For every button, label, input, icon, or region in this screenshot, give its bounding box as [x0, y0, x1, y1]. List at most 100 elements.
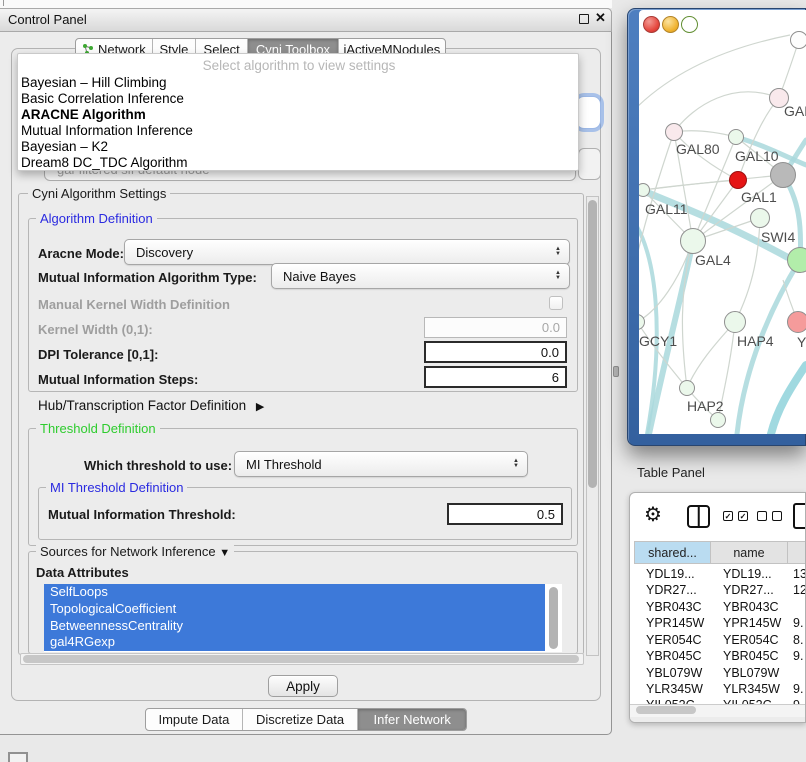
settings-vertical-scrollbar-thumb[interactable] [588, 200, 597, 488]
column-header-name[interactable]: name [711, 541, 788, 564]
tab-impute-data[interactable]: Impute Data [146, 709, 243, 730]
manual-kernel-checkbox[interactable] [549, 296, 563, 310]
table-cell[interactable]: YLR345W [723, 682, 780, 696]
control-panel-title: Control Panel [8, 12, 87, 27]
dropdown-item[interactable]: Mutual Information Inference [21, 123, 571, 139]
hub-section-toggle[interactable]: Hub/Transcription Factor Definition ▶ [38, 398, 264, 413]
table-cell[interactable]: YBR045C [723, 649, 779, 663]
node-label: SWI4 [761, 229, 795, 245]
table-cell[interactable]: YLR345W [646, 682, 703, 696]
network-node[interactable] [680, 228, 706, 254]
combo-fragment [578, 148, 601, 180]
hub-section-label: Hub/Transcription Factor Definition [38, 398, 246, 413]
kernel-width-label: Kernel Width (0,1): [38, 322, 153, 337]
dropdown-item[interactable]: Basic Correlation Inference [21, 91, 571, 107]
top-strip [0, 0, 612, 8]
table-cell[interactable]: YER054C [646, 633, 702, 647]
table-cell[interactable]: YBL079W [646, 666, 702, 680]
table-cell[interactable]: 8. [793, 633, 803, 647]
which-threshold-combo[interactable]: MI Threshold ▲▼ [234, 451, 528, 477]
mi-type-label: Mutual Information Algorithm Type: [38, 270, 257, 285]
gear-icon[interactable]: ⚙ [644, 502, 662, 527]
sources-group-title: Sources for Network Inference ▼ [36, 544, 234, 559]
table-cell[interactable]: YDR27... [646, 583, 697, 597]
network-node[interactable] [790, 31, 806, 49]
network-node[interactable] [679, 380, 695, 396]
document-icon-partial[interactable] [793, 503, 806, 529]
column-header-partial[interactable] [788, 541, 806, 564]
table-cell[interactable]: 12 [793, 583, 806, 597]
network-node-red[interactable] [729, 171, 747, 189]
aracne-mode-label: Aracne Mode: [38, 246, 124, 261]
table-cell[interactable]: YPR145W [723, 616, 781, 630]
network-node-gray[interactable] [770, 162, 796, 188]
table-cell[interactable]: 9. [793, 616, 803, 630]
dropdown-item-highlighted[interactable]: ARACNE Algorithm [21, 107, 571, 123]
network-node[interactable] [750, 208, 770, 228]
dropdown-prompt: Select algorithm to view settings [18, 58, 580, 73]
table-cell[interactable]: YBR045C [646, 649, 702, 663]
list-scrollbar-thumb[interactable] [549, 587, 558, 649]
table-cell[interactable]: YBL079W [723, 666, 779, 680]
list-item[interactable]: BetweennessCentrality [44, 618, 545, 635]
table-cell[interactable]: YBR043C [723, 600, 779, 614]
column-header-shared-name[interactable]: shared... [634, 541, 711, 564]
mi-steps-field[interactable]: 6 [424, 366, 567, 388]
dropdown-item[interactable]: Bayesian – Hill Climbing [21, 75, 571, 91]
tab-discretize-data[interactable]: Discretize Data [243, 709, 359, 730]
settings-horizontal-scrollbar-thumb[interactable] [23, 655, 579, 663]
bottom-tabbar: Impute Data Discretize Data Infer Networ… [145, 708, 467, 731]
table-cell[interactable]: 13 [793, 567, 806, 581]
table-cell[interactable]: YDL19... [646, 567, 695, 581]
expand-down-icon[interactable]: ▼ [219, 547, 230, 559]
network-node[interactable] [787, 311, 806, 333]
table-window-footer [630, 717, 806, 723]
network-node[interactable] [724, 311, 746, 333]
split-columns-icon[interactable] [687, 505, 710, 528]
threshold-definition-title: Threshold Definition [36, 421, 160, 436]
network-edges [639, 10, 806, 434]
table-cell[interactable]: 9. [793, 682, 803, 696]
mi-threshold-group-title: MI Threshold Definition [46, 480, 187, 495]
network-node[interactable] [710, 412, 726, 428]
network-node[interactable] [665, 123, 683, 141]
panel-splitter-grip[interactable] [613, 366, 619, 377]
table-cell[interactable]: YER054C [723, 633, 779, 647]
list-item[interactable]: SelfLoops [44, 584, 545, 601]
dropdown-item[interactable]: Bayesian – K2 [21, 139, 571, 155]
focused-combo-fragment [576, 96, 601, 129]
mi-threshold-field[interactable]: 0.5 [447, 503, 563, 525]
network-node[interactable] [728, 129, 744, 145]
dpi-tolerance-field[interactable]: 0.0 [424, 341, 567, 363]
node-label: Y [797, 334, 806, 350]
tab-infer-network[interactable]: Infer Network [358, 709, 466, 730]
node-label: GCY1 [639, 333, 677, 349]
top-tick [3, 0, 4, 6]
network-node[interactable] [787, 247, 806, 273]
table-cell[interactable]: YDL19... [723, 567, 772, 581]
combo-arrows-icon: ▲▼ [555, 247, 561, 257]
list-item[interactable]: gal4RGexp [44, 634, 545, 651]
unchecked-checkbox-icon[interactable] [772, 511, 782, 521]
mi-type-combo[interactable]: Naive Bayes ▲▼ [271, 263, 570, 289]
table-horizontal-scrollbar-thumb[interactable] [636, 706, 696, 714]
algorithm-definition-title: Algorithm Definition [36, 211, 157, 226]
kernel-width-field[interactable]: 0.0 [424, 317, 567, 338]
table-cell[interactable]: YDR27... [723, 583, 774, 597]
table-cell[interactable]: YBR043C [646, 600, 702, 614]
list-item[interactable]: TopologicalCoefficient [44, 601, 545, 618]
table-cell[interactable]: YPR145W [646, 616, 704, 630]
network-canvas[interactable]: GAL GAL80 GAL10 GAL1 GAL11 SWI4 GAL4 GCY… [639, 10, 806, 434]
table-cell[interactable]: 9. [793, 649, 803, 663]
close-icon[interactable]: ✕ [595, 10, 606, 26]
mi-threshold-label: Mutual Information Threshold: [48, 507, 236, 522]
checked-checkbox-icon[interactable]: ✓ [723, 511, 733, 521]
checked-checkbox-icon[interactable]: ✓ [738, 511, 748, 521]
apply-button[interactable]: Apply [268, 675, 338, 697]
float-window-icon[interactable] [579, 14, 589, 24]
dropdown-item[interactable]: Dream8 DC_TDC Algorithm [21, 155, 571, 171]
unchecked-checkbox-icon[interactable] [757, 511, 767, 521]
corner-button-partial[interactable] [8, 752, 28, 762]
aracne-mode-combo[interactable]: Discovery ▲▼ [124, 239, 570, 265]
screen: Control Panel ✕ Network Style Select Cyn… [0, 0, 806, 762]
